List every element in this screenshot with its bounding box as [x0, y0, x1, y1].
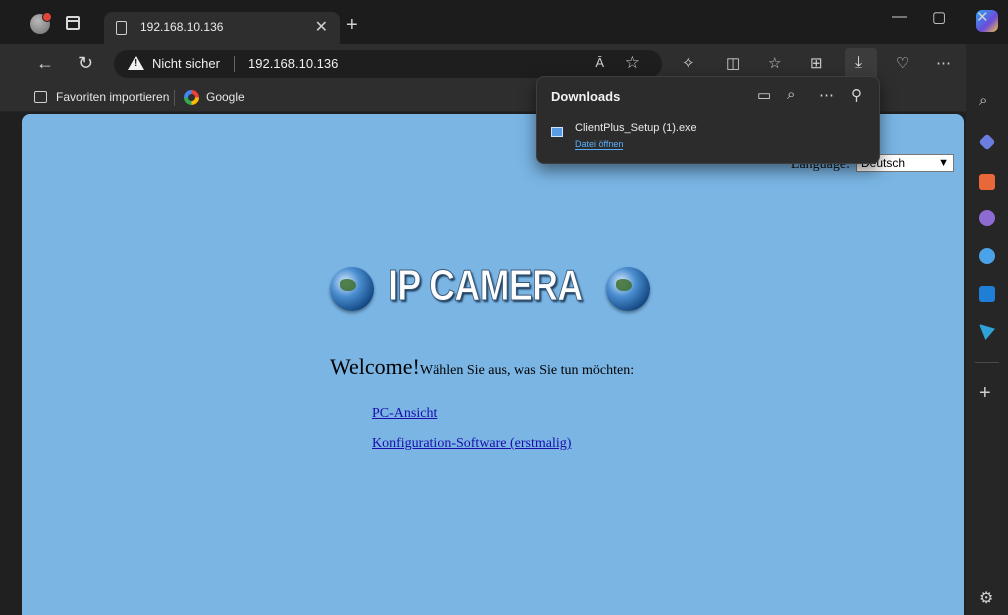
settings-gear-icon[interactable]: ⚙: [979, 588, 993, 608]
open-folder-icon[interactable]: ▭: [757, 86, 771, 104]
split-screen-icon[interactable]: ◫: [726, 54, 740, 72]
tab-close-icon[interactable]: ✕: [315, 17, 328, 37]
title-bar: 192.168.10.136 ✕ + — ▢: [0, 0, 1008, 44]
welcome-heading: Welcome!: [330, 354, 420, 379]
edge-sidebar: ⌕ + ⚙: [966, 44, 1008, 615]
chevron-down-icon: ▼: [938, 157, 949, 169]
google-icon: [184, 90, 199, 105]
people-icon[interactable]: [979, 210, 995, 226]
page-icon: [116, 21, 127, 35]
add-sidebar-app-button[interactable]: +: [979, 382, 991, 405]
address-bar[interactable]: Nicht sicher 192.168.10.136 Ā ☆: [114, 50, 662, 78]
divider: [234, 56, 235, 72]
more-icon[interactable]: ⋯: [819, 86, 834, 104]
favorite-star-icon[interactable]: ☆: [625, 53, 640, 73]
search-icon[interactable]: ⌕: [787, 86, 795, 103]
tab-active[interactable]: 192.168.10.136 ✕: [104, 12, 340, 44]
maximize-button[interactable]: ▢: [932, 8, 946, 26]
warning-icon[interactable]: [128, 56, 144, 70]
copilot-sidebar-icon[interactable]: [979, 248, 995, 264]
globe-icon: [606, 267, 650, 311]
google-favorite-link[interactable]: Google: [206, 90, 245, 104]
profile-avatar[interactable]: [30, 12, 52, 34]
downloads-panel: Downloads ▭ ⌕ ⋯ ⚲ ClientPlus_Setup (1).e…: [536, 76, 880, 164]
new-tab-button[interactable]: +: [346, 14, 358, 37]
search-icon[interactable]: ⌕: [979, 92, 995, 109]
minimize-button[interactable]: —: [892, 8, 907, 25]
download-item[interactable]: ClientPlus_Setup (1).exe Datei öffnen: [543, 117, 875, 157]
welcome-subtitle: Wählen Sie aus, was Sie tun möchten:: [419, 363, 635, 378]
ip-camera-logo: IP CAMERA: [330, 259, 660, 315]
open-file-link[interactable]: Datei öffnen: [575, 139, 624, 150]
exe-file-icon: [551, 127, 563, 137]
divider: [174, 90, 175, 106]
globe-icon: [330, 267, 374, 311]
pc-view-link[interactable]: PC-Ansicht: [372, 406, 437, 422]
collections-icon[interactable]: ⊞: [810, 54, 823, 72]
tag-icon[interactable]: [978, 133, 996, 151]
extensions-icon[interactable]: ✧: [682, 54, 695, 72]
favorites-import-link[interactable]: Favoriten importieren: [56, 90, 169, 104]
welcome-line: Welcome!Wählen Sie aus, was Sie tun möch…: [330, 354, 634, 380]
send-icon[interactable]: [979, 324, 995, 340]
more-icon[interactable]: ⋯: [936, 54, 951, 72]
page-viewport: Language: Deutsch ▼ IP CAMERA Welcome!Wä…: [22, 114, 964, 615]
outlook-icon[interactable]: [979, 286, 995, 302]
import-icon: [34, 91, 47, 103]
close-window-button[interactable]: ✕: [976, 8, 989, 26]
tab-title: 192.168.10.136: [140, 20, 224, 34]
refresh-button[interactable]: ↻: [78, 53, 93, 74]
back-button[interactable]: ←: [36, 53, 54, 74]
pin-icon[interactable]: ⚲: [851, 86, 862, 104]
logo-text: IP CAMERA: [388, 261, 584, 311]
downloads-icon: ⤓: [855, 54, 863, 71]
security-label[interactable]: Nicht sicher: [152, 56, 220, 71]
read-aloud-icon[interactable]: Ā: [595, 55, 604, 70]
downloads-title: Downloads: [551, 89, 621, 104]
tab-actions-icon[interactable]: [66, 16, 80, 30]
url-text[interactable]: 192.168.10.136: [248, 56, 338, 71]
config-software-link[interactable]: Konfiguration-Software (erstmalig): [372, 436, 571, 452]
favorites-icon[interactable]: ☆: [768, 54, 781, 72]
toolbox-icon[interactable]: [979, 174, 995, 190]
download-file-name[interactable]: ClientPlus_Setup (1).exe: [575, 122, 697, 134]
sidebar-divider: [975, 362, 999, 363]
browser-essentials-icon[interactable]: ♡: [896, 54, 909, 72]
